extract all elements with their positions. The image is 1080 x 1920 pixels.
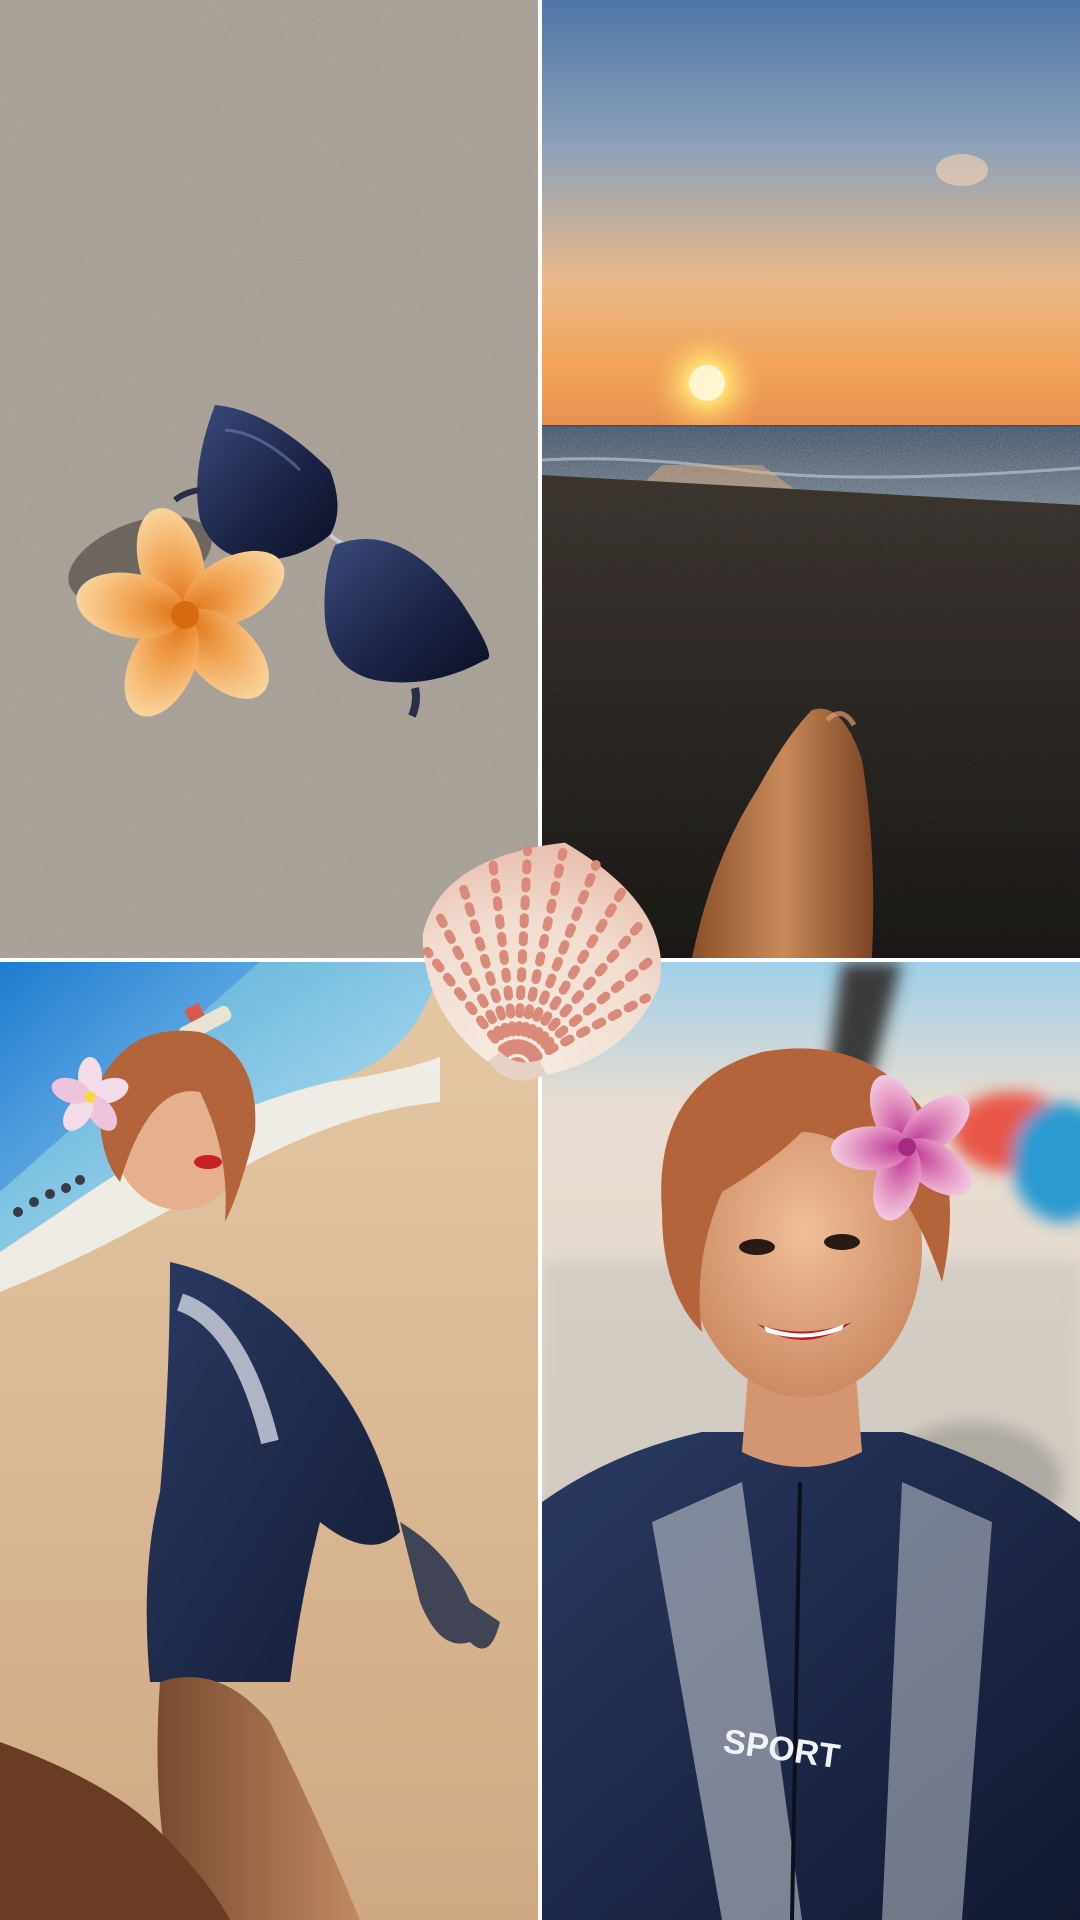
sunset-beach-photo bbox=[542, 0, 1080, 958]
sunglasses-on-sand-photo bbox=[0, 0, 538, 958]
beach-selfie-wide-photo bbox=[0, 962, 538, 1920]
beach-selfie-closeup-photo: SPORT bbox=[542, 962, 1080, 1920]
photo-collage: SPORT bbox=[0, 0, 1080, 1920]
scallop-shell-sticker bbox=[400, 820, 680, 1100]
